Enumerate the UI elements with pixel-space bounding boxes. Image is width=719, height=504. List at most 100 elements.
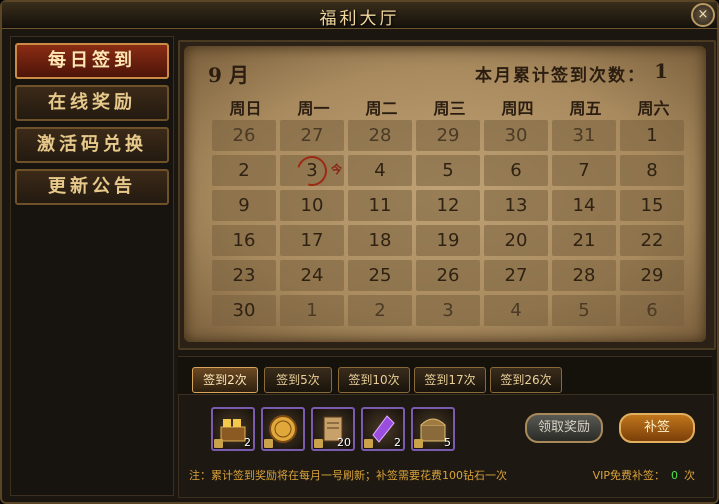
calendar-day-cell[interactable]: 6 bbox=[484, 155, 548, 186]
calendar-day-number: 17 bbox=[300, 230, 324, 251]
calendar-day-cell[interactable]: 30 bbox=[212, 295, 276, 326]
calendar-day-number: 21 bbox=[572, 230, 596, 251]
calendar-day-cell[interactable]: 26 bbox=[416, 260, 480, 291]
calendar-day-cell[interactable]: 1 bbox=[620, 120, 684, 151]
calendar-day-cell[interactable]: 2 bbox=[212, 155, 276, 186]
makeup-signin-button[interactable]: 补签 bbox=[619, 413, 695, 443]
calendar-day-cell[interactable]: 3今 bbox=[280, 150, 344, 192]
month-label: 9 月 bbox=[208, 63, 249, 87]
calendar-day-cell[interactable]: 3 bbox=[416, 295, 480, 326]
calendar-day-number: 5 bbox=[578, 300, 590, 321]
reward-item-slot[interactable] bbox=[261, 407, 305, 451]
calendar-day-number: 3 bbox=[442, 300, 454, 321]
calendar-day-cell[interactable]: 30 bbox=[484, 120, 548, 151]
calendar-day-cell[interactable]: 27 bbox=[280, 120, 344, 151]
reward-item-slot[interactable]: 2 bbox=[211, 407, 255, 451]
tab-signin-milestone[interactable]: 签到26次 bbox=[490, 367, 562, 393]
calendar-day-cell[interactable]: 12 bbox=[416, 190, 480, 221]
calendar-day-cell[interactable]: 21 bbox=[552, 225, 616, 256]
bound-lock-icon bbox=[314, 439, 323, 448]
bound-lock-icon bbox=[414, 439, 423, 448]
calendar-day-cell[interactable]: 29 bbox=[620, 260, 684, 291]
calendar-day-number: 2 bbox=[374, 300, 386, 321]
calendar-day-cell[interactable]: 23 bbox=[212, 260, 276, 291]
weekday-label: 周一 bbox=[297, 99, 330, 118]
reward-item-slot[interactable]: 2 bbox=[361, 407, 405, 451]
calendar-day-number: 30 bbox=[232, 300, 256, 321]
total-signin-count: 1 bbox=[654, 59, 668, 83]
sidebar: 每日签到 在线奖励 激活码兑换 更新公告 bbox=[10, 36, 174, 496]
vip-count: 0 bbox=[671, 469, 678, 482]
tab-signin-milestone[interactable]: 签到2次 bbox=[192, 367, 258, 393]
calendar-day-cell[interactable]: 27 bbox=[484, 260, 548, 291]
calendar-day-number: 16 bbox=[232, 230, 256, 251]
weekday-label: 周日 bbox=[229, 99, 262, 118]
calendar-day-cell[interactable]: 9 bbox=[212, 190, 276, 221]
calendar-day-cell[interactable]: 11 bbox=[348, 190, 412, 221]
calendar-day-cell[interactable]: 19 bbox=[416, 225, 480, 256]
calendar-day-number: 28 bbox=[572, 265, 596, 286]
calendar-day-number: 7 bbox=[578, 160, 590, 181]
calendar-day-cell[interactable]: 2 bbox=[348, 295, 412, 326]
calendar-day-cell[interactable]: 28 bbox=[552, 260, 616, 291]
reward-item-slot[interactable]: 20 bbox=[311, 407, 355, 451]
calendar-day-number: 15 bbox=[640, 195, 664, 216]
calendar-day-number: 26 bbox=[232, 125, 256, 146]
sidebar-item-online-reward[interactable]: 在线奖励 bbox=[15, 85, 169, 121]
tab-signin-milestone[interactable]: 签到17次 bbox=[414, 367, 486, 393]
vip-label: VIP免费补签： bbox=[592, 469, 665, 482]
calendar-day-number: 25 bbox=[368, 265, 392, 286]
calendar-day-cell[interactable]: 15 bbox=[620, 190, 684, 221]
weekday-label: 周五 bbox=[569, 99, 602, 118]
calendar-day-number: 28 bbox=[368, 125, 392, 146]
calendar-day-cell[interactable]: 6 bbox=[620, 295, 684, 326]
claim-reward-button[interactable]: 领取奖励 bbox=[525, 413, 603, 443]
tab-signin-milestone[interactable]: 签到5次 bbox=[264, 367, 332, 393]
calendar-day-number: 13 bbox=[504, 195, 528, 216]
reward-item-slot[interactable]: 5 bbox=[411, 407, 455, 451]
calendar-parchment: 9 月 本月累计签到次数： 1 周日 周一 周二 周三 周四 周五 周六 26 27 28 29 3… bbox=[184, 46, 706, 342]
close-button[interactable]: × bbox=[691, 3, 715, 27]
calendar-day-number: 11 bbox=[368, 195, 392, 216]
calendar-day-cell[interactable]: 7 bbox=[552, 155, 616, 186]
calendar-day-number: 1 bbox=[306, 300, 318, 321]
calendar-grid: 26 27 28 29 30 31 1 2 3 今 4 5 6 7 8 9 10 11 12 13 14 15 16 17 18… bbox=[212, 120, 686, 332]
weekday-label: 周二 bbox=[365, 99, 398, 118]
calendar-day-cell[interactable]: 29 bbox=[416, 120, 480, 151]
calendar-day-number: 27 bbox=[504, 265, 528, 286]
calendar-day-number: 29 bbox=[640, 265, 664, 286]
calendar-day-number: 19 bbox=[436, 230, 460, 251]
calendar-day-number: 14 bbox=[572, 195, 596, 216]
calendar-day-cell[interactable]: 4 bbox=[484, 295, 548, 326]
calendar-day-number: 4 bbox=[510, 300, 522, 321]
calendar-day-cell[interactable]: 10 bbox=[280, 190, 344, 221]
calendar-day-cell[interactable]: 31 bbox=[552, 120, 616, 151]
calendar-day-number: 5 bbox=[442, 160, 454, 181]
calendar-day-cell[interactable]: 14 bbox=[552, 190, 616, 221]
calendar-day-cell[interactable]: 16 bbox=[212, 225, 276, 256]
welfare-hall-window: 福利大厅 × 每日签到 在线奖励 激活码兑换 更新公告 9 月 本月累计签到次数… bbox=[0, 0, 719, 504]
calendar-day-cell[interactable]: 24 bbox=[280, 260, 344, 291]
calendar-day-cell[interactable]: 4 bbox=[348, 155, 412, 186]
calendar-day-number: 31 bbox=[572, 125, 596, 146]
calendar-day-cell[interactable]: 25 bbox=[348, 260, 412, 291]
calendar-day-number: 6 bbox=[646, 300, 658, 321]
calendar-day-cell[interactable]: 22 bbox=[620, 225, 684, 256]
calendar-day-cell[interactable]: 18 bbox=[348, 225, 412, 256]
calendar-day-cell[interactable]: 28 bbox=[348, 120, 412, 151]
sidebar-item-daily-signin[interactable]: 每日签到 bbox=[15, 43, 169, 79]
calendar-day-cell[interactable]: 5 bbox=[416, 155, 480, 186]
sidebar-item-update-notice[interactable]: 更新公告 bbox=[15, 169, 169, 205]
vip-unit: 次 bbox=[684, 469, 695, 482]
calendar-day-cell[interactable]: 8 bbox=[620, 155, 684, 186]
calendar-day-cell[interactable]: 17 bbox=[280, 225, 344, 256]
calendar-day-cell[interactable]: 13 bbox=[484, 190, 548, 221]
calendar-day-cell[interactable]: 1 bbox=[280, 295, 344, 326]
tab-signin-milestone[interactable]: 签到10次 bbox=[338, 367, 410, 393]
calendar-day-cell[interactable]: 20 bbox=[484, 225, 548, 256]
calendar-day-cell[interactable]: 5 bbox=[552, 295, 616, 326]
bound-lock-icon bbox=[214, 439, 223, 448]
sidebar-item-activation-code[interactable]: 激活码兑换 bbox=[15, 127, 169, 163]
weekday-label: 周三 bbox=[433, 99, 466, 118]
calendar-day-cell[interactable]: 26 bbox=[212, 120, 276, 151]
